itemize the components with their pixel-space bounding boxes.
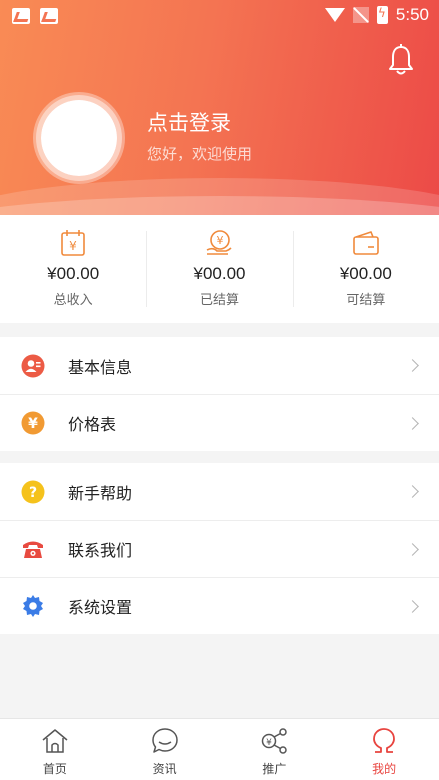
chat-icon: [151, 728, 178, 753]
bell-icon[interactable]: [388, 44, 414, 76]
tab-label: 推广: [262, 762, 287, 776]
stat-available[interactable]: ¥00.00 可结算: [292, 215, 439, 323]
hand-coin-icon: ¥: [207, 230, 233, 255]
menu-item-help[interactable]: ? 新手帮助: [0, 463, 439, 520]
phone-icon: [23, 541, 43, 558]
wallet-icon: [353, 231, 379, 255]
settings-gear-icon: [23, 595, 43, 617]
tab-promote[interactable]: ¥ 推广: [220, 719, 330, 780]
login-title[interactable]: 点击登录: [147, 107, 231, 137]
tab-mine[interactable]: 我的: [329, 719, 439, 780]
menu-item-basic-info[interactable]: 基本信息: [0, 337, 439, 394]
stat-value: ¥00.00: [47, 264, 100, 283]
stat-label: 总收入: [53, 293, 93, 308]
stat-total-income[interactable]: ¥ ¥00.00 总收入: [0, 215, 146, 323]
chevron-right-icon: [406, 359, 419, 372]
stat-value: ¥00.00: [339, 264, 392, 283]
user-info-icon: [21, 354, 45, 377]
svg-text:?: ?: [29, 485, 37, 501]
profile-header: 5:50 点击登录 您好，欢迎使用: [0, 0, 439, 215]
menu-group-support: ? 新手帮助 联系我们 系统设置: [0, 463, 439, 634]
login-subtitle: 您好，欢迎使用: [147, 145, 253, 163]
menu-item-label: 价格表: [68, 415, 117, 434]
yen-coin-icon: ¥: [21, 411, 45, 435]
wifi-icon: [324, 8, 345, 22]
tab-label: 我的: [372, 762, 397, 776]
menu-item-settings[interactable]: 系统设置: [0, 577, 439, 634]
avatar[interactable]: [36, 95, 122, 181]
svg-text:¥: ¥: [267, 738, 273, 748]
svg-text:¥: ¥: [28, 416, 38, 432]
tab-label: 首页: [42, 762, 67, 776]
menu-item-label: 联系我们: [68, 541, 133, 560]
earnings-stats: ¥ ¥00.00 总收入 ¥ ¥00.00 已结算 ¥00.00 可结算: [0, 215, 439, 323]
chevron-right-icon: [406, 416, 419, 430]
home-icon: [42, 729, 68, 753]
menu-item-label: 系统设置: [68, 598, 133, 617]
calendar-yen-icon: ¥: [61, 230, 85, 256]
chevron-right-icon: [406, 485, 419, 498]
notification-app-icon: [12, 8, 30, 24]
no-signal-icon: [352, 7, 369, 23]
menu-item-price-list[interactable]: ¥ 价格表: [0, 394, 439, 451]
battery-charging-icon: [376, 6, 388, 24]
notification-app-icon: [40, 8, 58, 24]
status-time: 5:50: [395, 5, 429, 24]
status-bar: 5:50: [0, 0, 439, 32]
menu-group-account: 基本信息 ¥ 价格表: [0, 337, 439, 451]
svg-text:¥: ¥: [217, 234, 224, 247]
stat-value: ¥00.00: [193, 264, 246, 283]
share-icon: ¥: [262, 728, 288, 754]
tab-news[interactable]: 资讯: [110, 719, 220, 780]
chevron-right-icon: [406, 542, 419, 556]
bottom-tab-bar: 首页 资讯 ¥ 推广 我的: [0, 718, 439, 780]
stat-settled[interactable]: ¥ ¥00.00 已结算: [146, 215, 292, 323]
menu-item-label: 新手帮助: [68, 483, 133, 503]
menu-item-contact-us[interactable]: 联系我们: [0, 520, 439, 577]
tab-home[interactable]: 首页: [0, 719, 110, 780]
chevron-right-icon: [406, 599, 419, 613]
omega-icon: [373, 728, 396, 753]
tab-label: 资讯: [152, 762, 177, 776]
stat-label: 已结算: [199, 293, 239, 308]
help-icon: ?: [21, 480, 45, 503]
stat-label: 可结算: [346, 293, 386, 308]
menu-item-label: 基本信息: [68, 357, 133, 377]
svg-text:¥: ¥: [69, 239, 77, 253]
